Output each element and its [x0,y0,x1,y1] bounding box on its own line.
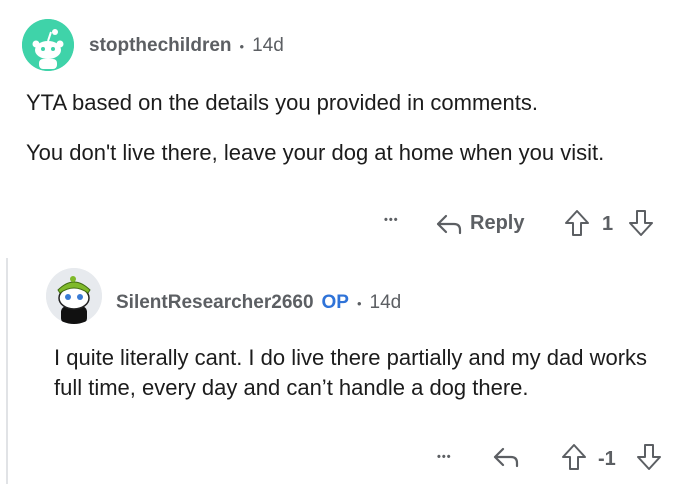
snoo-avatar-icon [46,268,102,324]
reply-button[interactable] [493,446,519,468]
upvote-arrow-icon [565,210,589,236]
upvote-button[interactable] [561,443,587,471]
meta-separator: • [239,38,245,54]
comment-meta: stopthechildren • 14d [89,35,284,57]
reply-label: Reply [470,212,525,234]
op-badge: OP [321,292,349,313]
downvote-button[interactable] [628,209,654,237]
vote-score: 1 [602,213,613,236]
more-options-button[interactable]: ••• [384,214,399,226]
reply-button[interactable]: Reply [436,212,524,235]
downvote-arrow-icon [637,444,661,470]
comment-age[interactable]: 14d [370,292,402,314]
comment-paragraph: I quite literally cant. I do live there … [54,345,648,400]
more-options-button[interactable]: ••• [437,451,452,463]
username[interactable]: stopthechildren [89,35,232,57]
comment-age[interactable]: 14d [252,35,284,57]
upvote-arrow-icon [562,444,586,470]
more-options-label: ••• [437,451,452,463]
vote-score-value: -1 [598,448,616,470]
avatar[interactable] [22,19,74,71]
username[interactable]: SilentResearcher2660 [116,292,314,314]
comment-meta: SilentResearcher2660 OP • 14d [116,292,401,314]
comment-body: YTA based on the details you provided in… [26,88,676,168]
avatar[interactable] [46,268,102,324]
comment-paragraph: You don't live there, leave your dog at … [26,140,605,165]
downvote-arrow-icon [629,210,653,236]
comment-body: I quite literally cant. I do live there … [54,343,680,403]
thread-line[interactable] [6,258,8,484]
snoo-avatar-icon [22,19,74,71]
vote-score-value: 1 [602,213,614,235]
reply-arrow-icon [493,447,519,468]
reply-arrow-icon [436,214,462,234]
comment-paragraph: YTA based on the details you provided in… [26,90,538,115]
vote-score: -1 [598,448,616,471]
more-options-label: ••• [384,214,399,226]
downvote-button[interactable] [636,443,662,471]
meta-separator: • [356,295,362,311]
upvote-button[interactable] [564,209,590,237]
